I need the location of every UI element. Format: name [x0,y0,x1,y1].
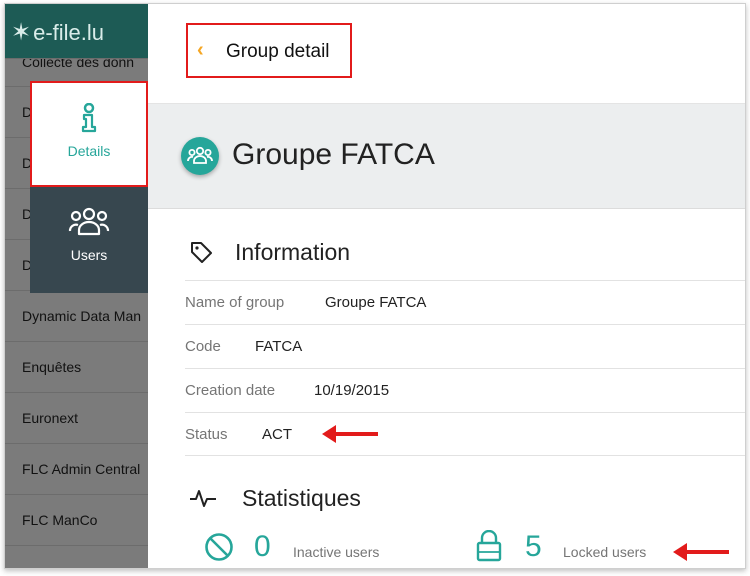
annotation-arrow [673,543,729,561]
back-button[interactable]: ‹ Group detail [186,23,352,78]
statistics-title: Statistiques [242,485,361,511]
users-group-icon [68,207,110,236]
list-item[interactable]: Dynamic Data Man [5,290,148,341]
stat-locked-users: 5 Locked users [475,524,675,564]
info-row-code: Code FATCA [185,324,745,368]
tab-users[interactable]: Users [30,187,148,293]
group-banner: Groupe FATCA [148,104,745,209]
list-item[interactable]: FLC ManCo [5,494,148,545]
list-item[interactable]: FLC Admin Central [5,443,148,494]
lock-icon [476,530,502,562]
locked-count: 5 [525,530,542,563]
info-label: Name of group [185,294,285,311]
efile-star-icon: ✶ [11,19,32,46]
list-item[interactable] [5,545,148,568]
tab-label: Users [70,247,108,263]
ban-icon [205,533,233,561]
activity-icon [190,490,216,507]
app-header: ✶e-file.lu [5,4,148,58]
tab-details[interactable]: Details [30,81,148,187]
info-value: FATCA [255,338,303,355]
locked-label: Locked users [563,544,647,560]
detail-header: ‹ Group detail [148,4,745,104]
chevron-left-icon: ‹ [197,39,204,61]
group-name: Groupe FATCA [232,138,435,171]
app-window: ✶e-file.lu Collecte des donn D D D D Dyn… [4,3,746,569]
page-title: Group detail [226,41,330,62]
info-label: Code [185,338,221,355]
list-item[interactable]: Euronext [5,392,148,443]
person-info-icon [81,103,97,133]
info-row-status: Status ACT [185,412,745,456]
info-label: Status [185,426,228,443]
information-title: Information [235,239,351,265]
status-value: ACT [262,426,292,443]
stat-inactive-users: 0 Inactive users [204,524,394,564]
info-label: Creation date [185,382,276,399]
logo-text: e-file.lu [33,20,105,45]
logo[interactable]: ✶e-file.lu [11,18,104,47]
info-row-name: Name of group Groupe FATCA [185,280,745,324]
tab-label: Details [67,143,111,159]
tag-icon [191,242,212,263]
annotation-arrow [322,425,378,443]
info-row-creation-date: Creation date 10/19/2015 [185,368,745,412]
info-value: 10/19/2015 [314,382,390,399]
inactive-label: Inactive users [293,544,380,560]
group-avatar-icon [181,137,219,175]
group-detail-panel: ‹ Group detail Groupe FATCA Information … [148,4,745,568]
inactive-count: 0 [254,530,271,563]
list-item[interactable]: Collecte des donn [5,58,148,68]
info-value: Groupe FATCA [325,294,427,311]
list-item[interactable]: Enquêtes [5,341,148,392]
